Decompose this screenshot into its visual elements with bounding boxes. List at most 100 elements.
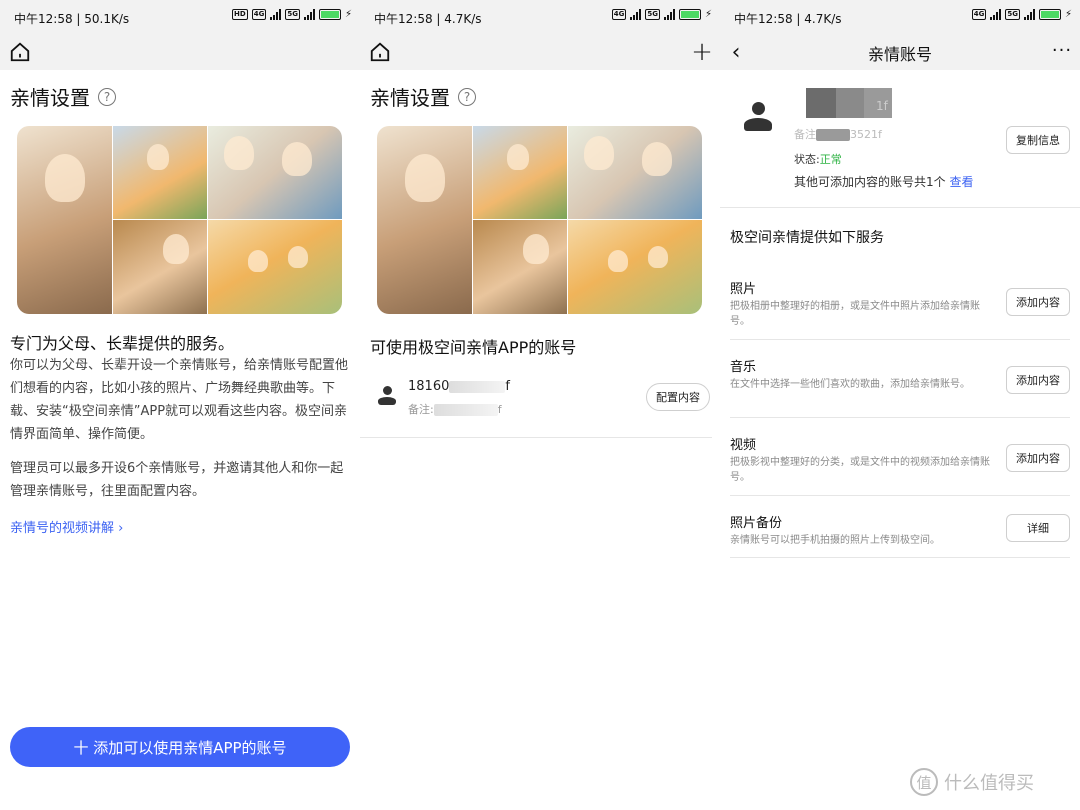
profile-note: 备注 3521f (794, 126, 882, 142)
status-value: 正常 (819, 153, 842, 166)
page-title-text: 亲情设置 (10, 86, 90, 110)
service-item-photo-backup: 照片备份 亲情账号可以把手机拍摄的照片上传到极空间。 详细 (730, 496, 1070, 558)
nav-bar: ‹ 亲情账号 ··· (720, 34, 1080, 70)
screen-family-settings: 中午12:58 | 50.1K/s HD 4G 5G ⚡ 亲情设置 ? 专门为父… (0, 0, 360, 810)
screen-family-account-detail: 中午12:58 | 4.7K/s 4G 5G ⚡ ‹ 亲情账号 ··· 1f 备… (720, 0, 1080, 810)
profile-status: 状态:正常 (794, 151, 842, 167)
video-guide-link[interactable]: 亲情号的视频讲解 › (10, 517, 123, 536)
hero-photo-collage (17, 126, 342, 314)
4g-icon: 4G (251, 9, 267, 20)
hero-photo-collage (377, 126, 702, 314)
photo-grandpa-child (473, 220, 567, 314)
add-content-button[interactable]: 添加内容 (1006, 366, 1070, 394)
service-desc: 把极相册中整理好的相册，或是文件中照片添加给亲情账号。 (730, 301, 980, 327)
profile-note-prefix: 备注 (794, 128, 816, 141)
screen-family-accounts: 中午12:58 | 4.7K/s 4G 5G ⚡ + 亲情设置 ? 可使用极空间… (360, 0, 720, 810)
photo-grandpa-child (113, 220, 207, 314)
video-guide-label: 亲情号的视频讲解 (10, 521, 115, 536)
chevron-right-icon: › (118, 521, 124, 536)
photo-child (17, 126, 112, 314)
status-time: 中午12:58 | 4.7K/s (734, 12, 842, 26)
charging-icon: ⚡ (704, 9, 712, 20)
photo-outdoor-family (208, 220, 342, 314)
page-title: 亲情设置 ? (370, 82, 476, 111)
details-button[interactable]: 详细 (1006, 514, 1070, 542)
watermark: 值 什么值得买 (910, 768, 1034, 796)
5g-icon: 5G (1005, 9, 1020, 20)
battery-icon (678, 9, 701, 20)
service-item-video: 视频 把极影视中整理好的分类，或是文件中的视频添加给亲情账号。 添加内容 (730, 418, 1070, 496)
service-desc: 亲情账号可以把手机拍摄的照片上传到极空间。 (730, 535, 940, 546)
nav-bar (0, 34, 360, 70)
photo-outdoor-family (568, 220, 702, 314)
4g-icon: 4G (611, 9, 627, 20)
redacted-block (433, 404, 498, 416)
service-title: 照片 (730, 282, 757, 297)
account-name: 18160 f (408, 379, 510, 394)
account-note-suffix: f (497, 403, 502, 416)
add-content-button[interactable]: 添加内容 (1006, 444, 1070, 472)
page-title-text: 亲情设置 (370, 86, 450, 110)
page-title: 亲情设置 ? (10, 82, 116, 111)
page-title: 亲情账号 (867, 45, 932, 64)
section-title: 可使用极空间亲情APP的账号 (370, 338, 577, 357)
watermark-logo: 值 (910, 768, 938, 796)
5g-icon: 5G (645, 9, 660, 20)
charging-icon: ⚡ (1064, 9, 1072, 20)
status-time: 中午12:58 | 4.7K/s (374, 12, 482, 26)
view-link[interactable]: 查看 (949, 175, 973, 189)
account-name-suffix: f (505, 379, 510, 394)
account-row[interactable]: 18160 f 备注: f 配置内容 (360, 366, 712, 438)
status-icons: 4G 5G ⚡ (611, 9, 712, 20)
5g-icon: 5G (285, 9, 300, 20)
services-title: 极空间亲情提供如下服务 (730, 230, 884, 246)
signal-icon (990, 9, 1002, 20)
status-time: 中午12:58 | 50.1K/s (14, 12, 130, 26)
other-accounts-label: 其他可添加内容的账号共1个 (794, 175, 946, 189)
status-bar: 中午12:58 | 50.1K/s HD 4G 5G ⚡ (0, 0, 360, 34)
user-icon (378, 386, 396, 406)
charging-icon: ⚡ (344, 9, 352, 20)
service-title: 音乐 (730, 360, 757, 375)
4g-icon: 4G (971, 9, 987, 20)
photo-grandparents (568, 126, 702, 219)
profile-name-suffix: 1f (876, 99, 888, 113)
signal-icon (663, 9, 675, 20)
redacted-block (449, 380, 506, 393)
redacted-block (806, 88, 836, 118)
more-icon[interactable]: ··· (1048, 36, 1076, 64)
service-item-photos: 照片 把极相册中整理好的相册，或是文件中照片添加给亲情账号。 添加内容 (730, 262, 1070, 340)
status-label: 状态: (794, 153, 820, 166)
redacted-block (816, 129, 850, 141)
description-paragraph: 你可以为父母、长辈开设一个亲情账号，给亲情账号配置他们想看的内容，比如小孩的照片… (10, 358, 349, 442)
help-icon[interactable]: ? (98, 87, 116, 106)
signal-icon (303, 9, 315, 20)
copy-info-button[interactable]: 复制信息 (1006, 126, 1070, 154)
user-avatar-icon (744, 102, 772, 132)
account-note-prefix: 备注: (408, 403, 434, 416)
help-icon[interactable]: ? (458, 87, 476, 106)
add-content-button[interactable]: 添加内容 (1006, 288, 1070, 316)
service-title: 视频 (730, 438, 757, 453)
home-icon[interactable] (6, 38, 34, 66)
redacted-block (836, 88, 864, 118)
service-item-music: 音乐 在文件中选择一些他们喜欢的歌曲，添加给亲情账号。 添加内容 (730, 340, 1070, 418)
status-icons: 4G 5G ⚡ (971, 9, 1072, 20)
home-icon[interactable] (366, 38, 394, 66)
signal-icon (1023, 9, 1035, 20)
signal-icon (270, 9, 282, 20)
config-content-button[interactable]: 配置内容 (646, 383, 710, 411)
other-accounts-text: 其他可添加内容的账号共1个 查看 (794, 173, 973, 190)
signal-icon (630, 9, 642, 20)
account-note: 备注: f (408, 401, 502, 417)
status-icons: HD 4G 5G ⚡ (232, 9, 352, 20)
account-name-prefix: 18160 (408, 379, 450, 394)
nav-bar: + (360, 34, 720, 70)
watermark-text: 什么值得买 (944, 773, 1034, 794)
admin-paragraph: 管理员可以最多开设6个亲情账号，并邀请其他人和你一起管理亲情账号，往里面配置内容… (10, 461, 344, 499)
account-profile-card: 1f 备注 3521f 状态:正常 其他可添加内容的账号共1个 查看 复制信息 (720, 70, 1080, 208)
photo-grandparents (208, 126, 342, 219)
add-icon[interactable]: + (688, 37, 716, 67)
headline: 专门为父母、长辈提供的服务。 (10, 334, 235, 353)
add-family-account-button[interactable]: 十 添加可以使用亲情APP的账号 (10, 727, 350, 767)
